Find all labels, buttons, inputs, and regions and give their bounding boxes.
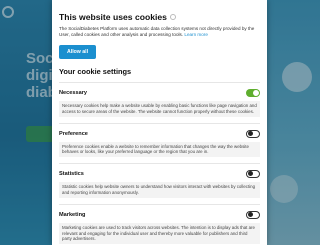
necessary-toggle[interactable]	[246, 89, 260, 97]
category-description: Statistic cookies help website owners to…	[59, 182, 260, 198]
cookie-category-marketing: Marketing Marketing cookies are used to …	[59, 203, 260, 245]
cookie-category-necessary: Necessary Necessary cookies help make a …	[59, 82, 260, 117]
cookie-description-text: The SocialDiabetes Platform uses automat…	[59, 26, 255, 37]
category-description: Necessary cookies help make a website us…	[59, 101, 260, 117]
category-name: Statistics	[59, 171, 84, 178]
marketing-toggle[interactable]	[246, 210, 260, 219]
category-header: Statistics	[59, 169, 260, 179]
cookie-dialog-description: The SocialDiabetes Platform uses automat…	[59, 26, 260, 38]
cookie-dialog-title-text: This website uses cookies	[59, 12, 167, 22]
category-name: Marketing	[59, 211, 86, 218]
cookie-settings-title: Your cookie settings	[59, 67, 132, 76]
category-name: Preference	[59, 130, 88, 137]
toggle-knob	[248, 171, 253, 177]
category-description: Preference cookies enable a website to r…	[59, 141, 260, 158]
cookie-category-preference: Preference Preference cookies enable a w…	[59, 122, 260, 158]
cookie-dialog-title: This website uses cookies	[59, 12, 260, 22]
preference-toggle[interactable]	[246, 129, 260, 138]
category-header: Preference	[59, 129, 260, 139]
toggle-knob	[248, 130, 253, 136]
category-header: Necessary	[59, 88, 260, 98]
info-icon	[169, 14, 176, 20]
cookie-dialog: This website uses cookies The SocialDiab…	[52, 0, 267, 245]
learn-more-link[interactable]: Learn more	[184, 32, 208, 37]
category-description: Marketing cookies are used to track visi…	[59, 222, 260, 245]
allow-all-button[interactable]: Allow all	[59, 45, 97, 59]
statistics-toggle[interactable]	[246, 170, 260, 179]
toggle-knob	[248, 211, 253, 217]
category-name: Necessary	[59, 90, 87, 96]
category-header: Marketing	[59, 210, 260, 220]
toggle-knob	[253, 90, 259, 96]
cookie-category-statistics: Statistics Statistic cookies help websit…	[59, 163, 260, 198]
